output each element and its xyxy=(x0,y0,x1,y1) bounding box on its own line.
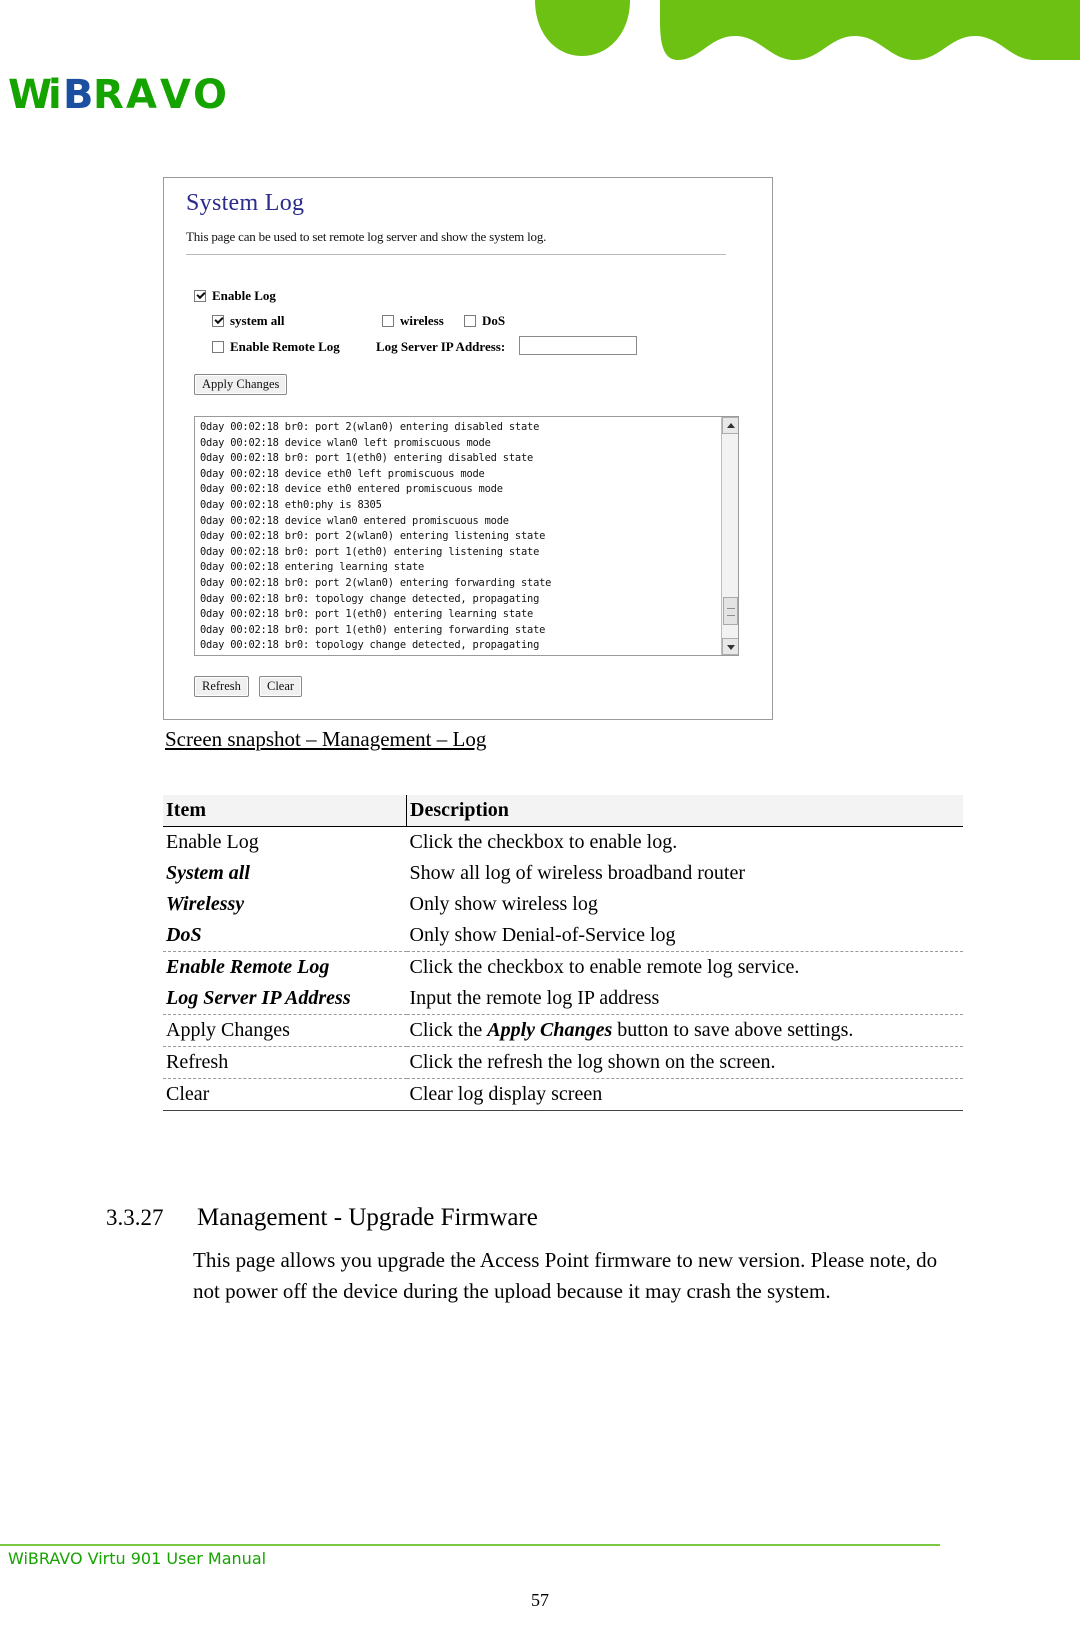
apply-changes-button[interactable]: Apply Changes xyxy=(194,374,288,395)
svg-text:O: O xyxy=(193,72,227,118)
clear-button[interactable]: Clear xyxy=(259,676,303,697)
table-row: Refresh Click the refresh the log shown … xyxy=(163,1046,963,1079)
wireless-label: wireless xyxy=(400,313,444,328)
svg-text:V: V xyxy=(160,72,191,118)
log-server-ip-label: Log Server IP Address: xyxy=(376,339,506,354)
svg-text:W: W xyxy=(8,72,52,118)
table-header-item: Item xyxy=(163,795,407,827)
table-cell-desc: Show all log of wireless broadband route… xyxy=(409,862,745,884)
item-description-table: Item Description Enable Log Click the ch… xyxy=(163,795,963,1111)
wibravo-logo: W i B R A V O xyxy=(8,72,268,118)
system-log-heading: System Log xyxy=(186,190,305,216)
table-cell-item: DoS xyxy=(163,920,407,952)
table-row: Log Server IP Address Input the remote l… xyxy=(163,983,963,1015)
desc-post: button to save above settings. xyxy=(612,1019,854,1041)
table-cell-desc: Only show Denial-of-Service log xyxy=(406,920,963,952)
table-row: Enable Remote Log Click the checkbox to … xyxy=(163,952,963,984)
scroll-down-arrow-icon[interactable] xyxy=(722,638,738,655)
footer-divider xyxy=(0,1544,940,1546)
table-row: Apply Changes Click the Apply Changes bu… xyxy=(163,1014,963,1047)
desc-pre: Click the xyxy=(409,1019,488,1041)
section-number: 3.3.27 xyxy=(106,1205,164,1230)
table-cell-item: Enable Remote Log xyxy=(166,956,330,978)
table-cell-desc: Clear log display screen xyxy=(406,1078,963,1111)
enable-remote-log-checkbox-row[interactable]: Enable Remote Log xyxy=(212,339,340,355)
enable-remote-log-checkbox[interactable] xyxy=(212,341,224,353)
svg-text:B: B xyxy=(63,72,94,118)
table-row: Wirelessy Only show wireless log xyxy=(163,889,963,920)
dos-checkbox-row[interactable]: DoS xyxy=(464,313,505,329)
log-output-box: 0day 00:02:18 br0: port 2(wlan0) enterin… xyxy=(194,416,739,656)
divider xyxy=(186,254,726,255)
wireless-checkbox[interactable] xyxy=(382,315,394,327)
desc-emphasis: Apply Changes xyxy=(487,1019,613,1041)
table-cell-item: System all xyxy=(166,862,250,884)
header-decoration xyxy=(0,0,1080,60)
screenshot-caption: Screen snapshot – Management – Log xyxy=(165,727,487,751)
table-header-description: Description xyxy=(406,795,963,827)
table-cell-desc: Click the refresh the log shown on the s… xyxy=(406,1046,963,1079)
table-cell-item: Enable Log xyxy=(166,831,259,853)
enable-remote-log-label: Enable Remote Log xyxy=(230,339,340,354)
scrollbar-thumb[interactable] xyxy=(723,597,738,625)
system-log-description: This page can be used to set remote log … xyxy=(186,229,547,244)
svg-text:R: R xyxy=(93,72,124,118)
table-cell-item: Clear xyxy=(163,1078,407,1111)
svg-text:A: A xyxy=(126,72,157,118)
wireless-checkbox-row[interactable]: wireless xyxy=(382,313,444,329)
table-header-row: Item Description xyxy=(163,795,963,827)
table-row: Enable Log Click the checkbox to enable … xyxy=(163,827,963,859)
section-title: Management - Upgrade Firmware xyxy=(197,1204,538,1231)
log-server-ip-input[interactable] xyxy=(519,336,637,355)
scroll-up-arrow-icon[interactable] xyxy=(722,417,738,434)
table-cell-item: Refresh xyxy=(163,1046,407,1079)
section-body: This page allows you upgrade the Access … xyxy=(193,1248,938,1303)
table-cell-desc: Click the checkbox to enable remote log … xyxy=(409,956,800,978)
system-all-checkbox-row[interactable]: system all xyxy=(212,313,285,329)
table-row: Clear Clear log display screen xyxy=(163,1078,963,1111)
footer-manual-title: WiBRAVO Virtu 901 User Manual xyxy=(8,1549,267,1568)
table-cell-item: Wirelessy xyxy=(166,893,245,915)
enable-log-checkbox[interactable] xyxy=(194,290,206,302)
table-row: DoS Only show Denial-of-Service log xyxy=(163,920,963,952)
system-all-label: system all xyxy=(230,313,285,328)
table-cell-item: Apply Changes xyxy=(163,1014,407,1047)
log-output-text: 0day 00:02:18 br0: port 2(wlan0) enterin… xyxy=(200,421,552,652)
page-number: 57 xyxy=(531,1590,549,1610)
table-cell-desc: Click the Apply Changes button to save a… xyxy=(406,1014,963,1047)
system-all-checkbox[interactable] xyxy=(212,315,224,327)
table-row: System all Show all log of wireless broa… xyxy=(163,858,963,889)
svg-text:i: i xyxy=(48,72,62,118)
dos-label: DoS xyxy=(482,313,506,328)
enable-log-checkbox-row[interactable]: Enable Log xyxy=(194,288,276,304)
screenshot-panel: System Log This page can be used to set … xyxy=(163,177,773,720)
table-cell-item: Log Server IP Address xyxy=(163,983,407,1015)
table-cell-desc: Only show wireless log xyxy=(409,893,598,915)
enable-log-label: Enable Log xyxy=(212,288,276,303)
dos-checkbox[interactable] xyxy=(464,315,476,327)
refresh-button[interactable]: Refresh xyxy=(194,676,249,697)
table-cell-desc: Input the remote log IP address xyxy=(406,983,963,1015)
table-cell-desc: Click the checkbox to enable log. xyxy=(409,831,678,853)
log-scrollbar[interactable] xyxy=(721,417,738,655)
